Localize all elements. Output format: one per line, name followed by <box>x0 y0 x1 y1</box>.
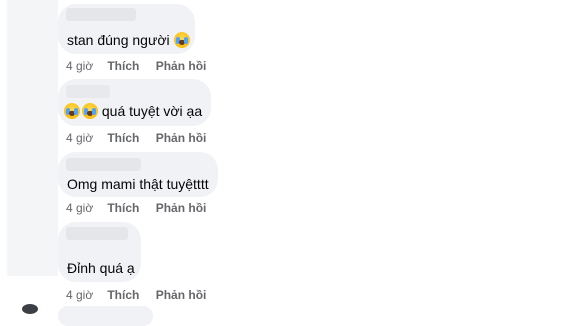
comment-time[interactable]: 4 giờ <box>66 201 104 215</box>
avatar[interactable] <box>22 304 38 314</box>
comment-time[interactable]: 4 giờ <box>66 59 104 73</box>
comment-text: Đỉnh quá ạ <box>67 260 135 276</box>
author-name-blurred[interactable] <box>66 227 128 240</box>
author-name-blurred[interactable] <box>66 8 136 21</box>
comment-text-label: Đỉnh quá ạ <box>67 260 135 276</box>
comment-text-label: stan đúng người <box>67 32 170 48</box>
comment-time[interactable]: 4 giờ <box>66 288 104 302</box>
reply-button[interactable]: Phản hồi <box>156 131 207 145</box>
reply-button[interactable]: Phản hồi <box>156 288 207 302</box>
reply-button[interactable]: Phản hồi <box>156 59 207 73</box>
comment-actions: 4 giờ Thích Phản hồi <box>66 131 206 145</box>
author-name-blurred[interactable] <box>66 158 141 171</box>
crying-face-icon <box>82 103 98 119</box>
comment-bubble[interactable] <box>58 306 153 326</box>
comment-actions: 4 giờ Thích Phản hồi <box>66 201 206 215</box>
like-button[interactable]: Thích <box>107 201 152 215</box>
comment-text: quá tuyệt vời ạa <box>64 103 202 119</box>
like-button[interactable]: Thích <box>107 288 152 302</box>
comment-text-label: quá tuyệt vời ạa <box>101 103 203 119</box>
like-button[interactable]: Thích <box>107 59 152 73</box>
comment-text: Omg mami thật tuyệtttt <box>67 176 209 192</box>
comment-bubble[interactable]: stan đúng người <box>58 4 195 54</box>
comment-time[interactable]: 4 giờ <box>66 131 104 145</box>
comment-actions: 4 giờ Thích Phản hồi <box>66 288 206 302</box>
comment-bubble[interactable]: Omg mami thật tuyệtttt <box>58 152 218 197</box>
crying-face-icon <box>173 32 190 48</box>
thread-line <box>0 0 58 276</box>
reply-button[interactable]: Phản hồi <box>156 201 207 215</box>
comment-text-label: Omg mami thật tuyệtttt <box>67 176 209 192</box>
like-button[interactable]: Thích <box>107 131 152 145</box>
comment-bubble[interactable]: quá tuyệt vời ạa <box>58 79 211 126</box>
comment-actions: 4 giờ Thích Phản hồi <box>66 59 206 73</box>
comment-text: stan đúng người <box>67 32 190 48</box>
comment-bubble[interactable]: Đỉnh quá ạ <box>58 222 141 282</box>
author-name-blurred[interactable] <box>66 85 110 98</box>
crying-face-icon <box>64 103 80 119</box>
